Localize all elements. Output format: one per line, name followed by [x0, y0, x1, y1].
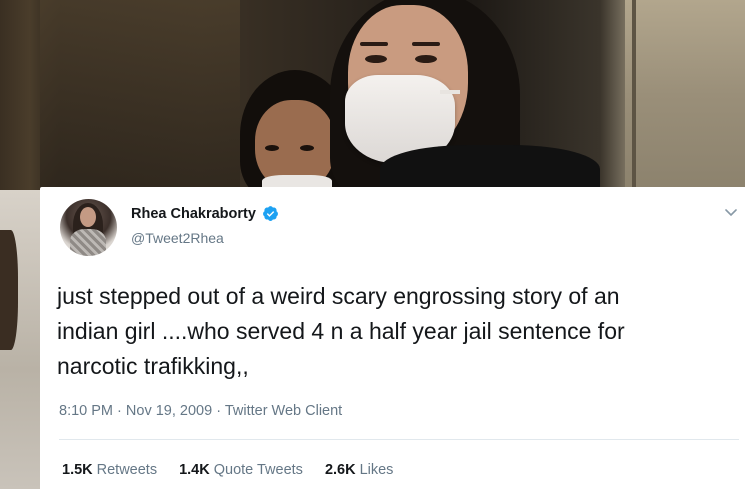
mask-strap [440, 90, 460, 94]
retweets-label: Retweets [96, 462, 158, 478]
display-name[interactable]: Rhea Chakraborty [131, 206, 256, 222]
woman-eyebrow [412, 42, 440, 46]
left-edge-shadow [0, 230, 18, 350]
tweet-card: Rhea Chakraborty @Tweet2Rhea just steppe… [40, 187, 745, 489]
tweet-time[interactable]: 8:10 PM [59, 403, 113, 419]
background-door [40, 0, 240, 190]
tweet-date[interactable]: Nov 19, 2009 [126, 403, 212, 419]
avatar-body [70, 229, 106, 256]
tweet-text: just stepped out of a weird scary engros… [57, 279, 737, 384]
meta-separator: · [216, 403, 222, 419]
meta-separator: · [117, 403, 122, 419]
companion-eye [265, 145, 279, 151]
likes-count: 2.6K [324, 462, 356, 478]
woman-eyebrow [360, 42, 388, 46]
verified-badge-icon [262, 206, 278, 221]
chevron-down-icon[interactable] [725, 209, 737, 217]
tweet-text-line: indian girl ....who served 4 n a half ye… [57, 318, 625, 344]
background-wall [625, 0, 745, 190]
quote-tweets-label: Quote Tweets [213, 462, 303, 478]
tweet-text-line: just stepped out of a weird scary engros… [57, 283, 620, 309]
tweet-client[interactable]: Twitter Web Client [225, 403, 342, 419]
tweet-text-line: narcotic trafikking,, [57, 353, 249, 379]
retweets-stat[interactable]: 1.5K Retweets [62, 462, 157, 478]
quote-tweets-stat[interactable]: 1.4K Quote Tweets [179, 462, 303, 478]
screenshot-stage: Rhea Chakraborty @Tweet2Rhea just steppe… [0, 0, 745, 489]
woman-eye [415, 55, 437, 63]
likes-stat[interactable]: 2.6K Likes [325, 462, 394, 478]
tweet-metadata: 8:10 PM · Nov 19, 2009 · Twitter Web Cli… [59, 403, 342, 419]
divider [59, 439, 739, 440]
retweets-count: 1.5K [62, 462, 93, 478]
companion-eye [300, 145, 314, 151]
user-handle[interactable]: @Tweet2Rhea [131, 230, 224, 246]
engagement-stats: 1.5K Retweets 1.4K Quote Tweets 2.6K Lik… [62, 462, 393, 478]
likes-label: Likes [359, 462, 394, 478]
woman-eye [365, 55, 387, 63]
avatar-face [80, 207, 96, 227]
author-name-row[interactable]: Rhea Chakraborty [131, 205, 279, 222]
background-wall-edge [632, 0, 636, 190]
quote-tweets-count: 1.4K [179, 462, 210, 478]
avatar[interactable] [60, 199, 117, 256]
